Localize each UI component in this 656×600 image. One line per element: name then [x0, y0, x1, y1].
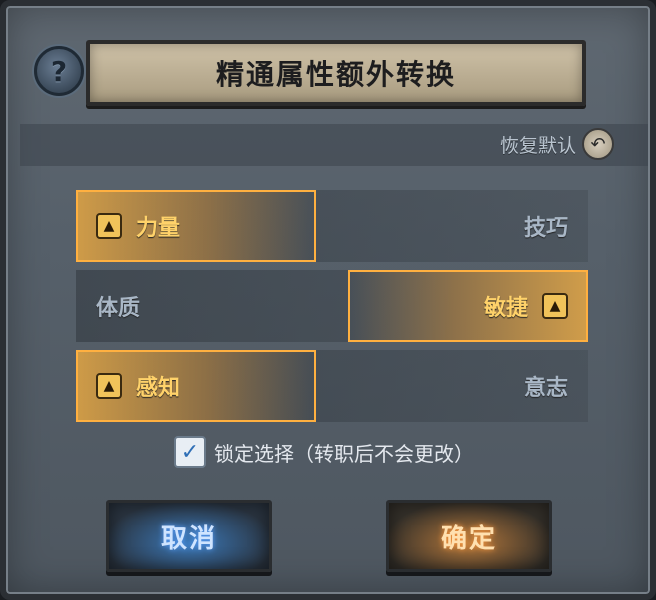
option-label: 意志 [523, 376, 568, 401]
arrow-up-icon: ▲ [542, 293, 568, 319]
option-label: 力量 [136, 216, 181, 241]
cancel-label: 取消 [160, 523, 217, 554]
lock-checkbox[interactable]: ✓ [174, 436, 206, 468]
option-skill[interactable]: 技巧 [348, 190, 588, 262]
option-label: 感知 [136, 376, 181, 401]
lock-selection-label: 锁定选择（转职后不会更改） [214, 441, 474, 466]
reset-default-label: 恢复默认 [499, 134, 576, 157]
option-strength[interactable]: ▲ 力量 [76, 190, 316, 262]
confirm-button[interactable]: 确定 [386, 500, 552, 572]
cancel-button[interactable]: 取消 [106, 500, 272, 572]
option-will[interactable]: 意志 [348, 350, 588, 422]
help-button[interactable]: ? [34, 46, 84, 96]
arrow-up-icon: ▲ [96, 373, 122, 399]
help-icon: ? [50, 54, 68, 88]
arrow-up-icon: ▲ [96, 213, 122, 239]
attribute-row: 体质 敏捷 ▲ [76, 270, 588, 342]
option-constitution[interactable]: 体质 [76, 270, 316, 342]
attribute-row: ▲ 力量 技巧 [76, 190, 588, 262]
option-perception[interactable]: ▲ 感知 [76, 350, 316, 422]
dialog-title: 精通属性额外转换 [215, 58, 456, 91]
option-agility[interactable]: 敏捷 ▲ [348, 270, 588, 342]
attribute-row: ▲ 感知 意志 [76, 350, 588, 422]
lock-selection-toggle[interactable]: ✓ 锁定选择（转职后不会更改） [174, 436, 474, 468]
title-plate: 精通属性额外转换 [86, 40, 586, 106]
option-label: 体质 [96, 296, 141, 321]
reset-default-button[interactable]: 恢复默认 ↶ [500, 128, 614, 160]
undo-icon: ↶ [582, 128, 614, 160]
option-label: 敏捷 [483, 296, 528, 321]
option-label: 技巧 [523, 216, 568, 241]
confirm-label: 确定 [440, 523, 497, 554]
dialog-panel: ? 精通属性额外转换 恢复默认 ↶ ▲ 力量 技巧 体质 敏捷 ▲ ▲ 感知 意… [0, 0, 656, 600]
